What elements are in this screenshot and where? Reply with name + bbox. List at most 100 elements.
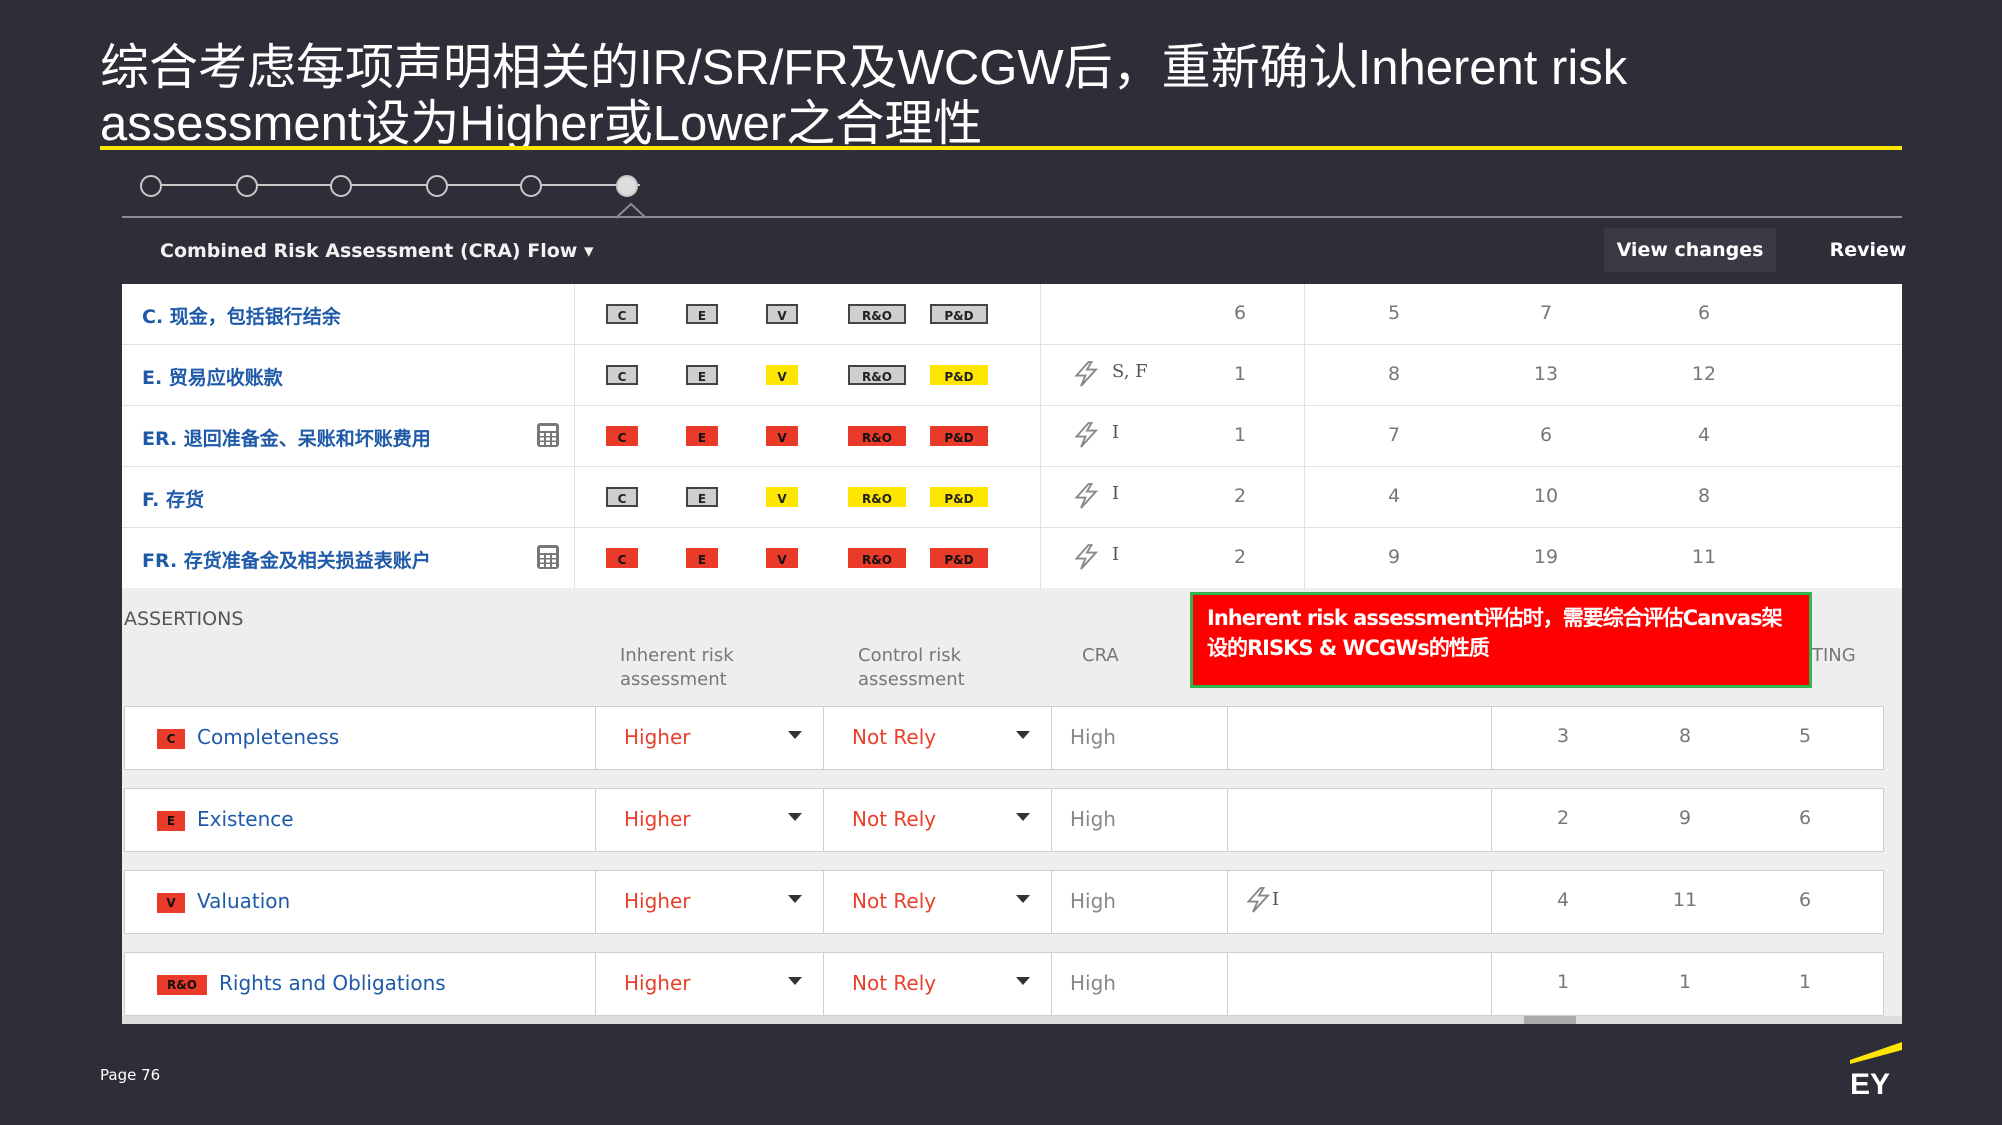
- column-divider: [1040, 406, 1041, 466]
- scrollbar-thumb[interactable]: [1524, 1016, 1576, 1024]
- count-cell: 8: [1387, 363, 1401, 385]
- assertion-badge: C: [157, 729, 185, 749]
- inherent-risk-select[interactable]: Higher: [595, 953, 824, 1015]
- assertion-badge-ro[interactable]: R&O: [848, 304, 906, 324]
- chevron-down-icon[interactable]: [1016, 977, 1030, 985]
- assertion-row[interactable]: V Valuation Higher Not Rely High I 4 11 6: [124, 870, 1884, 934]
- assertion-badge-c[interactable]: C: [606, 487, 638, 507]
- assertion-name-link[interactable]: Rights and Obligations: [219, 971, 446, 995]
- step-2[interactable]: [236, 175, 258, 197]
- step-6-current[interactable]: [616, 175, 638, 197]
- account-row[interactable]: FR. 存货准备金及相关损益表账户 C E V R&O P&D I 2 9 19 11: [122, 528, 1902, 589]
- step-5[interactable]: [520, 175, 542, 197]
- column-divider: [1040, 284, 1041, 344]
- chevron-down-icon[interactable]: [788, 813, 802, 821]
- chevron-down-icon[interactable]: [1016, 731, 1030, 739]
- horizontal-scrollbar[interactable]: [122, 1016, 1902, 1024]
- control-risk-header: Control risk assessment: [858, 645, 965, 690]
- assertion-badge-e[interactable]: E: [686, 426, 718, 446]
- account-row[interactable]: F. 存货 C E V R&O P&D I 2 4 10 8: [122, 467, 1902, 528]
- account-name-link[interactable]: C. 现金，包括银行结余: [142, 302, 341, 329]
- inherent-risk-value: Higher: [624, 807, 691, 831]
- chevron-down-icon[interactable]: [1016, 813, 1030, 821]
- view-changes-button[interactable]: View changes: [1604, 228, 1776, 272]
- assertion-badge-e[interactable]: E: [686, 304, 718, 324]
- count-cell: 1: [1556, 971, 1570, 993]
- control-risk-select[interactable]: Not Rely: [823, 789, 1052, 851]
- assertion-badge-ro[interactable]: R&O: [848, 548, 906, 568]
- chevron-down-icon[interactable]: [1016, 895, 1030, 903]
- count-cell: 1: [1233, 424, 1247, 446]
- account-name-link[interactable]: FR. 存货准备金及相关损益表账户: [142, 546, 431, 573]
- column-divider: [1304, 345, 1305, 405]
- calculator-icon[interactable]: [536, 422, 560, 448]
- assertion-badge-e[interactable]: E: [686, 548, 718, 568]
- assertion-row[interactable]: C Completeness Higher Not Rely High 3 8 5: [124, 706, 1884, 770]
- count-cell: 6: [1798, 807, 1812, 829]
- assertion-badge-v[interactable]: V: [766, 487, 798, 507]
- count-cell: 1: [1233, 363, 1247, 385]
- assertion-badge-v[interactable]: V: [766, 426, 798, 446]
- chevron-down-icon[interactable]: [788, 731, 802, 739]
- assertion-badge-pd[interactable]: P&D: [930, 426, 988, 446]
- assertion-badge-c[interactable]: C: [606, 548, 638, 568]
- account-row[interactable]: C. 现金，包括银行结余 C E V R&O P&D 6 5 7 6: [122, 284, 1902, 345]
- assertion-badge-c[interactable]: C: [606, 426, 638, 446]
- assertion-badge-e[interactable]: E: [686, 365, 718, 385]
- inherent-risk-value: Higher: [624, 889, 691, 913]
- assertion-name-link[interactable]: Existence: [197, 807, 294, 831]
- assertion-badge-v[interactable]: V: [766, 365, 798, 385]
- assertion-badge-pd[interactable]: P&D: [930, 304, 988, 324]
- significant-risk-icon: [1074, 361, 1099, 387]
- cra-cell: High: [1051, 789, 1228, 851]
- inherent-risk-select[interactable]: Higher: [595, 707, 824, 769]
- inherent-risk-value: Higher: [624, 971, 691, 995]
- count-cell: 6: [1697, 302, 1711, 324]
- assertion-badge-pd[interactable]: P&D: [930, 487, 988, 507]
- column-divider: [574, 284, 575, 344]
- assertion-row[interactable]: E Existence Higher Not Rely High 2 9 6: [124, 788, 1884, 852]
- assertion-row[interactable]: R&O Rights and Obligations Higher Not Rely H…: [124, 952, 1884, 1016]
- assertion-badge-pd[interactable]: P&D: [930, 365, 988, 385]
- inherent-risk-select[interactable]: Higher: [595, 871, 824, 933]
- inherent-risk-value: Higher: [624, 725, 691, 749]
- step-4[interactable]: [426, 175, 448, 197]
- chevron-down-icon[interactable]: [788, 977, 802, 985]
- risk-cell: [1227, 953, 1492, 1015]
- assertion-badge-v[interactable]: V: [766, 548, 798, 568]
- cra-flow-dropdown[interactable]: Combined Risk Assessment (CRA) Flow ▾: [160, 240, 593, 262]
- assertion-badge-ro[interactable]: R&O: [848, 365, 906, 385]
- count-cell: 5: [1387, 302, 1401, 324]
- review-button[interactable]: Review: [1818, 228, 1918, 272]
- assertion-badge-ro[interactable]: R&O: [848, 426, 906, 446]
- count-cell: 11: [1691, 546, 1717, 568]
- inherent-risk-select[interactable]: Higher: [595, 789, 824, 851]
- account-name-link[interactable]: ER. 退回准备金、呆账和坏账费用: [142, 424, 431, 451]
- control-risk-select[interactable]: Not Rely: [823, 953, 1052, 1015]
- assertion-name-link[interactable]: Valuation: [197, 889, 290, 913]
- column-divider: [1040, 467, 1041, 527]
- step-3[interactable]: [330, 175, 352, 197]
- step-1[interactable]: [140, 175, 162, 197]
- account-name-link[interactable]: F. 存货: [142, 485, 204, 512]
- assertion-badge-pd[interactable]: P&D: [930, 548, 988, 568]
- assertion-badge-v[interactable]: V: [766, 304, 798, 324]
- assertion-name-link[interactable]: Completeness: [197, 725, 339, 749]
- account-row[interactable]: ER. 退回准备金、呆账和坏账费用 C E V R&O P&D I 1 7 6 4: [122, 406, 1902, 467]
- account-name-link[interactable]: E. 贸易应收账款: [142, 363, 283, 390]
- account-row[interactable]: E. 贸易应收账款 C E V R&O P&D S, F 1 8 13 12: [122, 345, 1902, 406]
- count-cell: 6: [1798, 889, 1812, 911]
- control-risk-select[interactable]: Not Rely: [823, 707, 1052, 769]
- control-risk-value: Not Rely: [852, 807, 937, 831]
- calculator-icon[interactable]: [536, 544, 560, 570]
- chevron-down-icon[interactable]: [788, 895, 802, 903]
- assertion-badge-c[interactable]: C: [606, 304, 638, 324]
- cra-value: High: [1070, 725, 1116, 749]
- count-cell: 4: [1556, 889, 1570, 911]
- control-risk-select[interactable]: Not Rely: [823, 871, 1052, 933]
- count-cell: 19: [1533, 546, 1559, 568]
- assertion-badge-e[interactable]: E: [686, 487, 718, 507]
- assertion-badge-ro[interactable]: R&O: [848, 487, 906, 507]
- count-cell: 8: [1697, 485, 1711, 507]
- assertion-badge-c[interactable]: C: [606, 365, 638, 385]
